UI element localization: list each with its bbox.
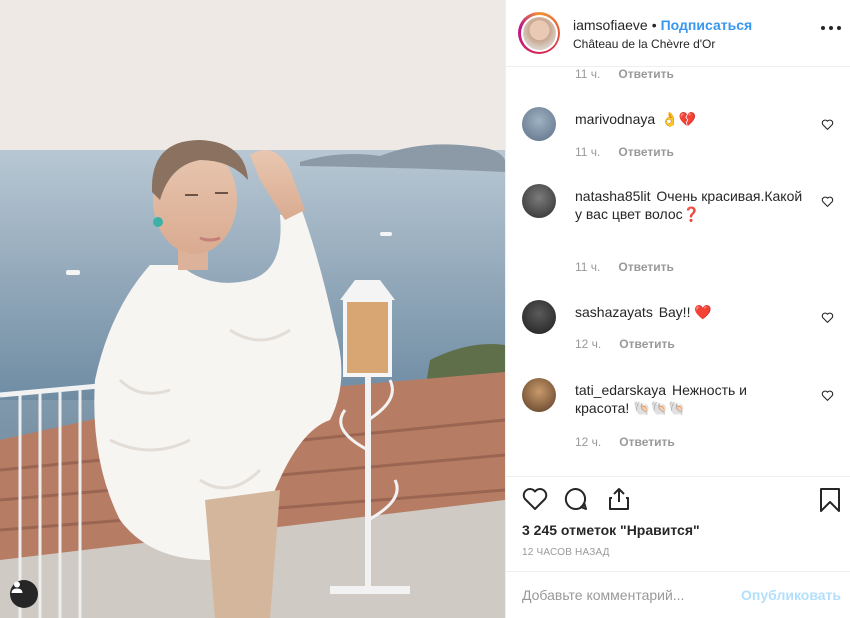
commenter-avatar[interactable] [522,378,556,412]
commenter-username[interactable]: marivodnaya [575,111,655,127]
comment-time[interactable]: 11 ч. [575,260,600,274]
comment-time[interactable]: 11 ч. [575,145,600,159]
comment-meta: 11 ч. Ответить [575,145,674,159]
post-location[interactable]: Château de la Chèvre d'Or [573,37,752,51]
user-tag-icon[interactable] [10,580,38,608]
comment-text: 👌💔 [661,111,696,127]
follow-button[interactable]: Подписаться [661,17,753,33]
commenter-avatar[interactable] [522,184,556,218]
reply-button[interactable]: Ответить [618,260,673,274]
photo-illustration [0,0,505,618]
comment-meta: 12 ч. Ответить [575,337,675,351]
comment-meta: 11 ч. Ответить [575,260,674,274]
post-actions: 3 245 отметок "Нравится" 12 ЧАСОВ НАЗАД [506,476,850,576]
comment-time[interactable]: 12 ч. [575,337,601,351]
publish-button[interactable]: Опубликовать [741,587,841,603]
post-panel: iamsofiaeve • Подписаться Château de la … [505,0,850,618]
bookmark-icon[interactable] [819,487,841,513]
post-photo[interactable] [0,0,505,618]
heart-icon[interactable] [821,389,834,402]
person-icon [11,581,23,593]
heart-icon[interactable] [821,118,834,131]
comments-list[interactable]: 11 ч. Ответить marivodnaya 👌💔 11 ч. Отве… [506,67,850,476]
separator-dot: • [651,17,657,33]
reply-button[interactable]: Ответить [618,145,673,159]
post-header: iamsofiaeve • Подписаться Château de la … [506,0,850,67]
comment-bubble-icon[interactable] [563,487,589,511]
reply-button[interactable]: Ответить [619,337,674,351]
author-avatar[interactable] [518,12,560,54]
comment-meta: 11 ч. Ответить [575,67,674,81]
heart-icon[interactable] [821,311,834,324]
author-username[interactable]: iamsofiaeve [573,17,648,33]
comment-text: Вау!! ❤️ [658,304,712,320]
commenter-avatar[interactable] [522,300,556,334]
reply-button[interactable]: Ответить [619,435,674,449]
commenter-username[interactable]: tati_edarskaya [575,382,666,398]
likes-count[interactable]: 3 245 отметок "Нравится" [522,522,700,538]
comment-time[interactable]: 12 ч. [575,435,601,449]
add-comment-bar: Опубликовать [506,571,850,618]
share-icon[interactable] [607,487,631,511]
commenter-avatar[interactable] [522,107,556,141]
post-timestamp[interactable]: 12 ЧАСОВ НАЗАД [522,547,610,558]
comment-time[interactable]: 11 ч. [575,67,600,81]
reply-button[interactable]: Ответить [618,67,673,81]
comment-meta: 12 ч. Ответить [575,435,675,449]
commenter-username[interactable]: natasha85lit [575,188,651,204]
more-horizontal-icon[interactable] [821,26,841,32]
commenter-username[interactable]: sashazayats [575,304,653,320]
comment-input[interactable] [522,587,742,603]
like-heart-icon[interactable] [522,487,548,511]
heart-icon[interactable] [821,195,834,208]
